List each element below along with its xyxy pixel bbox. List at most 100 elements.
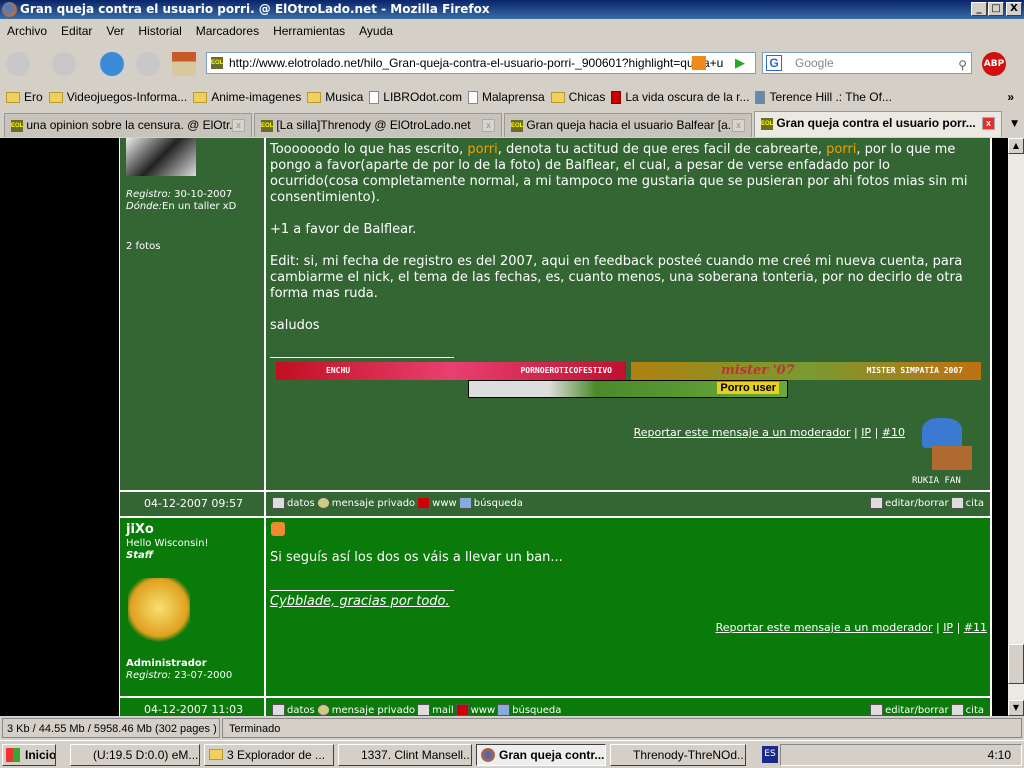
- signature-link[interactable]: Cybblade, gracias por todo.: [270, 594, 450, 609]
- bookmark-videojuegos[interactable]: Videojuegos-Informa...: [48, 90, 187, 104]
- tab-favicon: EOL: [11, 119, 23, 132]
- tab-close-icon[interactable]: x: [482, 119, 495, 132]
- tab[interactable]: EOL una opinion sobre la censura. @ ElOt…: [4, 113, 252, 137]
- report-link[interactable]: Reportar este mensaje a un moderador: [634, 426, 851, 439]
- google-icon[interactable]: G: [766, 55, 782, 71]
- scroll-up-icon[interactable]: ▲: [1008, 138, 1024, 154]
- home-icon: [455, 704, 469, 716]
- donde-label: Dónde:: [126, 201, 163, 212]
- maximize-button[interactable]: □: [988, 2, 1004, 16]
- minimize-button[interactable]: _: [971, 2, 987, 16]
- datos-link[interactable]: datos: [287, 705, 315, 716]
- bookmark-chicas[interactable]: Chicas: [550, 90, 605, 104]
- datos-link[interactable]: datos: [287, 498, 315, 509]
- bookmarks-bar: Ero Videojuegos-Informa... Anime-imagene…: [0, 86, 1024, 108]
- adblock-icon[interactable]: ABP: [982, 52, 1006, 76]
- tab-active[interactable]: EOL Gran queja contra el usuario porr...…: [754, 111, 1002, 137]
- quote-link[interactable]: cita: [966, 705, 984, 716]
- datos-icon: [272, 704, 285, 716]
- bookmark-anime[interactable]: Anime-imagenes: [193, 90, 301, 104]
- user-info: Registro: 30-10-2007 Dónde:En un taller …: [126, 189, 236, 213]
- bookmark-malaprensa[interactable]: Malaprensa: [467, 90, 545, 105]
- menu-ver[interactable]: Ver: [106, 24, 124, 38]
- ip-link[interactable]: IP: [943, 621, 953, 634]
- tab-list-icon[interactable]: ▼: [1011, 119, 1018, 129]
- report-link[interactable]: Reportar este mensaje a un moderador: [716, 621, 933, 634]
- paragraph: Edit: si, mi fecha de registro es del 20…: [270, 254, 963, 301]
- menu-herramientas[interactable]: Herramientas: [273, 24, 345, 38]
- home-icon[interactable]: [172, 52, 196, 76]
- vertical-scrollbar[interactable]: ▲ ▼: [1008, 138, 1024, 716]
- photos-count[interactable]: 2 fotos: [126, 241, 160, 252]
- forward-icon[interactable]: [52, 52, 76, 76]
- menu-editar[interactable]: Editar: [61, 24, 92, 38]
- bookmark-librodot[interactable]: LIBROdot.com: [369, 90, 462, 105]
- pm-icon: [316, 497, 330, 509]
- search-input[interactable]: G Google ⚲: [762, 52, 972, 74]
- highlight: porri: [467, 142, 498, 157]
- go-icon[interactable]: ▶: [735, 56, 745, 71]
- search-icon[interactable]: ⚲: [958, 55, 967, 75]
- pm-link[interactable]: mensaje privado: [332, 705, 415, 716]
- menu-marcadores[interactable]: Marcadores: [196, 24, 259, 38]
- scroll-down-icon[interactable]: ▼: [1008, 700, 1024, 716]
- search-link[interactable]: búsqueda: [474, 498, 523, 509]
- windows-logo-icon: [6, 748, 20, 762]
- search-link[interactable]: búsqueda: [512, 705, 561, 716]
- system-tray: 4:10: [780, 744, 1022, 766]
- taskbar-item[interactable]: (U:19.5 D:0.0) eM...: [70, 744, 200, 766]
- post-number-link[interactable]: #10: [882, 426, 905, 439]
- back-icon[interactable]: [6, 52, 30, 76]
- url-input[interactable]: EOL http://www.elotrolado.net/hilo_Gran-…: [206, 52, 756, 74]
- taskbar-item[interactable]: 1337. Clint Mansell...: [338, 744, 472, 766]
- quote-link[interactable]: cita: [966, 498, 984, 509]
- edit-link[interactable]: editar/borrar: [885, 705, 949, 716]
- bookmark-musica[interactable]: Musica: [307, 90, 363, 104]
- rss-icon[interactable]: [692, 56, 706, 70]
- language-indicator[interactable]: ES: [762, 746, 778, 763]
- ip-link[interactable]: IP: [861, 426, 871, 439]
- user-info: Administrador Registro: 23-07-2000: [126, 658, 232, 682]
- signature-divider: [270, 357, 454, 358]
- post-edit-links: editar/borrar cita: [870, 497, 984, 509]
- www-link[interactable]: www: [432, 498, 457, 509]
- scroll-thumb[interactable]: [1008, 644, 1024, 684]
- taskbar-item[interactable]: Threnody-ThreNOd...: [610, 744, 746, 766]
- reload-icon[interactable]: [100, 52, 124, 76]
- username[interactable]: jiXo: [126, 522, 154, 537]
- tab[interactable]: EOL Gran queja hacia el usuario Balfear …: [504, 113, 752, 137]
- bookmark-ero[interactable]: Ero: [6, 90, 43, 104]
- taskbar-label: Threnody-ThreNOd...: [633, 748, 746, 762]
- tab-close-icon[interactable]: x: [232, 119, 245, 132]
- paragraph: saludos: [270, 318, 320, 333]
- www-link[interactable]: www: [471, 705, 496, 716]
- menu-historial[interactable]: Historial: [138, 24, 181, 38]
- banner-enchu: ENCHU PORNOEROTICOFESTIVO: [276, 362, 626, 380]
- bookmark-terence-hill[interactable]: Terence Hill .: The Of...: [755, 90, 892, 105]
- menu-archivo[interactable]: Archivo: [7, 24, 47, 38]
- close-button[interactable]: X: [1006, 2, 1022, 16]
- tab-close-icon[interactable]: x: [732, 119, 745, 132]
- user-role: Administrador: [126, 658, 207, 669]
- menu-ayuda[interactable]: Ayuda: [359, 24, 393, 38]
- rukia-fan-badge: RUKIA FAN: [912, 418, 982, 486]
- taskbar-item-active[interactable]: Gran queja contr...: [476, 744, 606, 766]
- start-button[interactable]: Inicio: [2, 744, 56, 766]
- banner-porro-user: Porro user: [468, 380, 788, 398]
- mail-icon: [417, 704, 431, 716]
- menu-bar: Archivo Editar Ver Historial Marcadores …: [0, 20, 1024, 42]
- tab[interactable]: EOL [La silla]Threnody @ ElOtroLado.net x: [254, 113, 502, 137]
- bookmarks-overflow[interactable]: »: [1007, 90, 1014, 104]
- post-number-link[interactable]: #11: [964, 621, 987, 634]
- folder-icon: [307, 92, 322, 104]
- v-icon: [611, 91, 622, 105]
- tab-close-icon[interactable]: x: [982, 117, 995, 130]
- taskbar-item[interactable]: 3 Explorador de ...: [204, 744, 334, 766]
- pm-link[interactable]: mensaje privado: [332, 498, 415, 509]
- stop-icon[interactable]: [136, 52, 160, 76]
- edit-link[interactable]: editar/borrar: [885, 498, 949, 509]
- folder-icon: [6, 92, 20, 104]
- mail-link[interactable]: mail: [432, 705, 453, 716]
- title-bar: Gran queja contra el usuario porri. @ El…: [0, 0, 1024, 19]
- bookmark-vida-oscura[interactable]: La vida oscura de la r...: [611, 90, 749, 105]
